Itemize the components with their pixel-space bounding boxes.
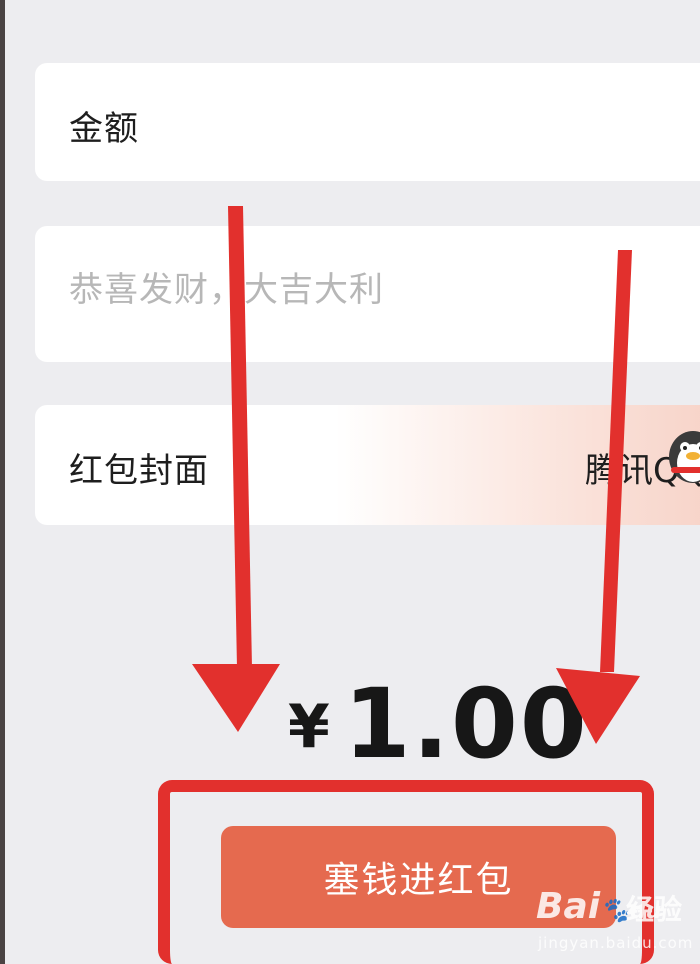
amount-label: 金额 [69, 109, 139, 149]
screen-edge [0, 0, 5, 964]
baidu-jingyan-watermark: Bai🐾du 经验 jingyan.baidu.com [530, 880, 700, 964]
amount-value: 1.00 [343, 668, 589, 780]
watermark-url: jingyan.baidu.com [538, 934, 694, 952]
total-amount: ¥ 1.00 [288, 670, 589, 780]
red-packet-cover-row[interactable]: 红包封面 腾讯QQ [35, 405, 700, 525]
greeting-field[interactable] [35, 226, 700, 362]
currency-symbol: ¥ [288, 692, 330, 762]
annotation-arrow-left-head [192, 664, 280, 732]
qq-penguin-icon [669, 431, 700, 483]
cover-label: 红包封面 [69, 451, 209, 491]
watermark-text: 经验 [626, 893, 683, 926]
greeting-input[interactable] [69, 270, 629, 310]
amount-field[interactable]: 金额 [35, 63, 700, 181]
